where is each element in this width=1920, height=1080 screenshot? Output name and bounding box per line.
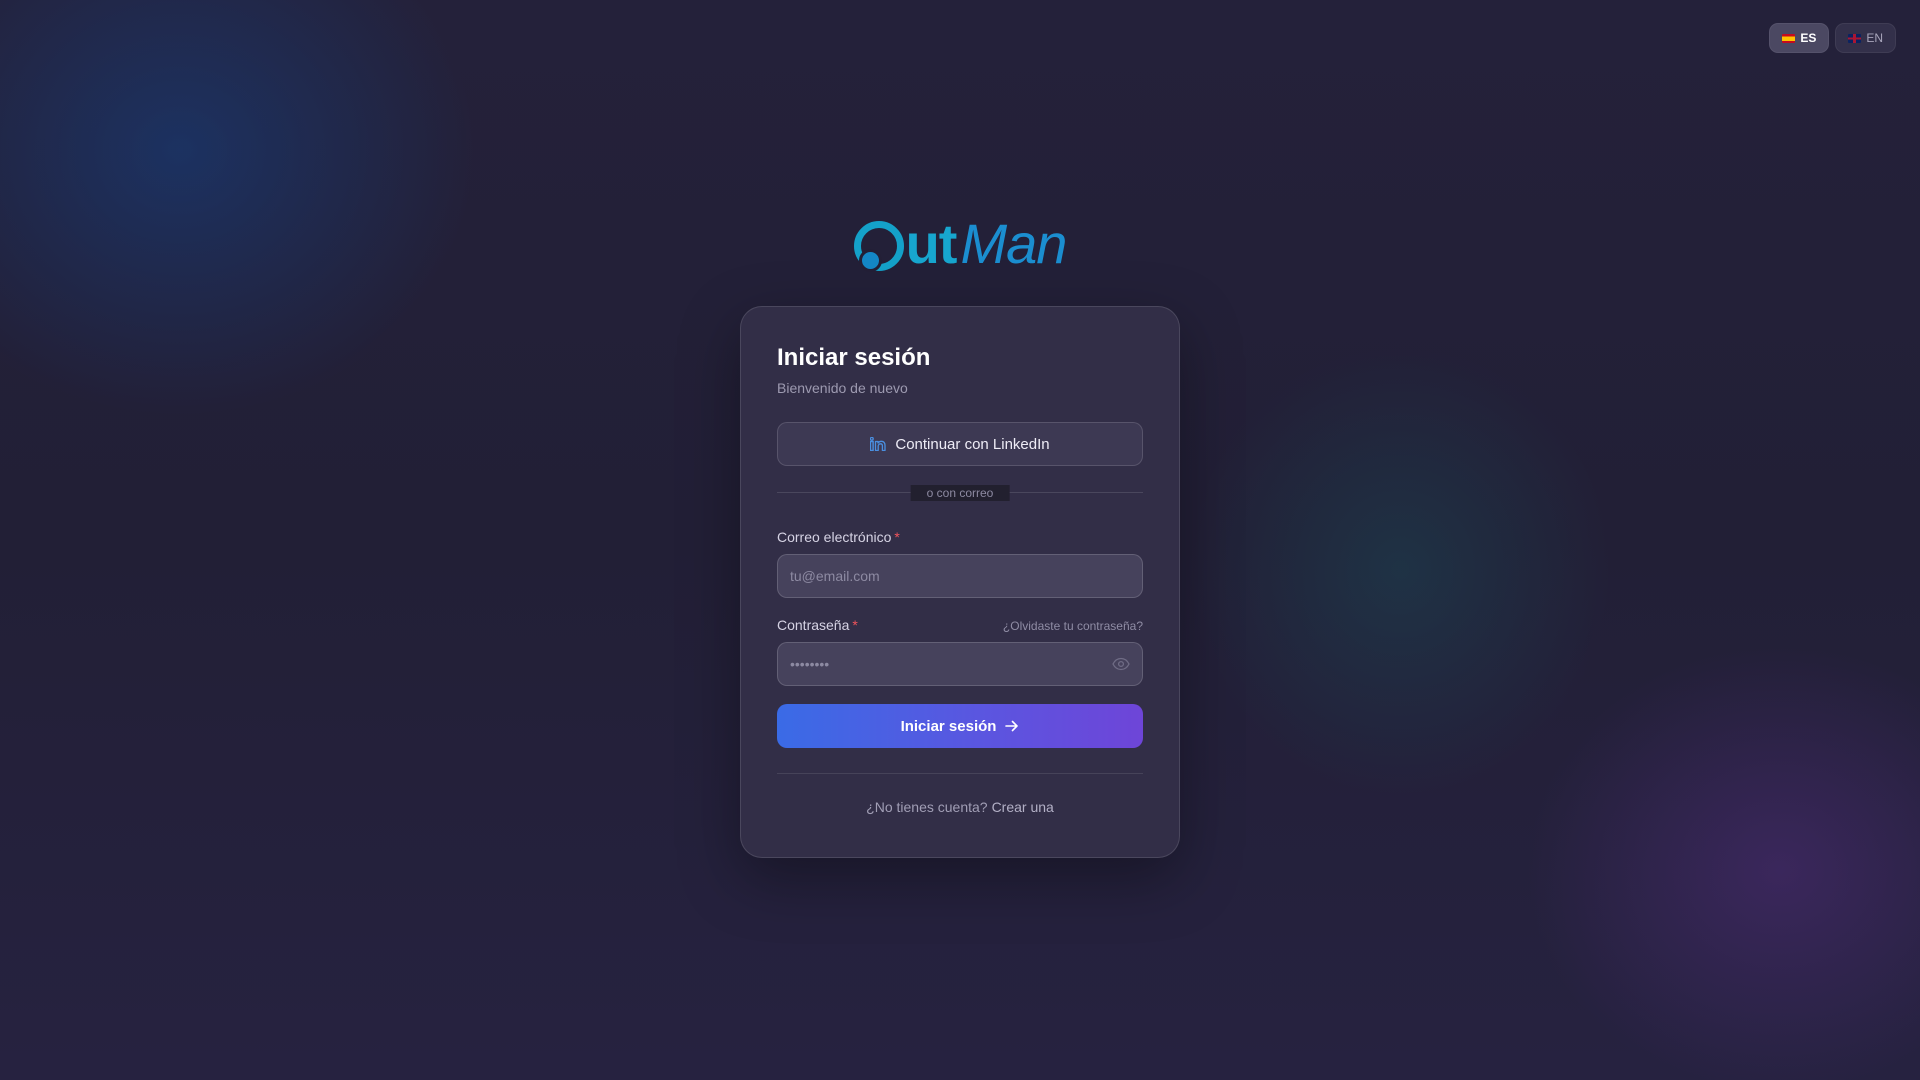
page-title: Iniciar sesión <box>777 344 931 371</box>
linkedin-button-label: Continuar con LinkedIn <box>895 435 1050 453</box>
arrow-right-icon <box>1005 720 1019 732</box>
submit-button-label: Iniciar sesión <box>900 717 997 735</box>
language-switch: ES EN <box>1769 23 1896 53</box>
email-input[interactable] <box>777 554 1143 598</box>
divider: o con correo <box>777 484 1143 501</box>
signup-row: ¿No tienes cuenta? Crear una <box>777 799 1143 815</box>
password-input[interactable] <box>777 642 1143 686</box>
required-marker: * <box>894 529 900 545</box>
password-label: Contraseña * <box>777 617 858 633</box>
lang-es-label: ES <box>1800 31 1817 45</box>
password-field-wrap <box>777 642 1143 686</box>
logo-wordmark: utMan <box>853 212 1067 276</box>
spain-flag-icon <box>1782 33 1796 43</box>
logo-text-part1: ut <box>905 212 958 275</box>
linkedin-icon <box>870 437 887 451</box>
email-label: Correo electrónico * <box>777 529 900 545</box>
forgot-password-link[interactable]: ¿Olvidaste tu contraseña? <box>1003 619 1143 633</box>
logo-o-mark-icon <box>853 221 904 272</box>
required-marker: * <box>852 617 858 633</box>
eye-icon[interactable] <box>1112 657 1130 671</box>
signup-prompt: ¿No tienes cuenta? <box>866 799 988 815</box>
app-logo: utMan <box>0 212 1920 276</box>
email-label-row: Correo electrónico * <box>777 529 1143 545</box>
uk-flag-icon <box>1848 33 1862 43</box>
lang-es-button[interactable]: ES <box>1769 23 1830 53</box>
login-card: Iniciar sesión Bienvenido de nuevo Conti… <box>740 306 1180 858</box>
page-subtitle: Bienvenido de nuevo <box>777 380 908 396</box>
logo-text-part2: Man <box>960 212 1067 275</box>
lang-en-button[interactable]: EN <box>1835 23 1896 53</box>
password-label-row: Contraseña * ¿Olvidaste tu contraseña? <box>777 617 1143 633</box>
login-submit-button[interactable]: Iniciar sesión <box>777 704 1143 748</box>
create-account-link[interactable]: Crear una <box>992 799 1054 815</box>
footer-divider <box>777 773 1143 774</box>
divider-label: o con correo <box>910 484 1010 501</box>
email-field-wrap <box>777 554 1143 598</box>
linkedin-login-button[interactable]: Continuar con LinkedIn <box>777 422 1143 466</box>
lang-en-label: EN <box>1866 31 1883 45</box>
